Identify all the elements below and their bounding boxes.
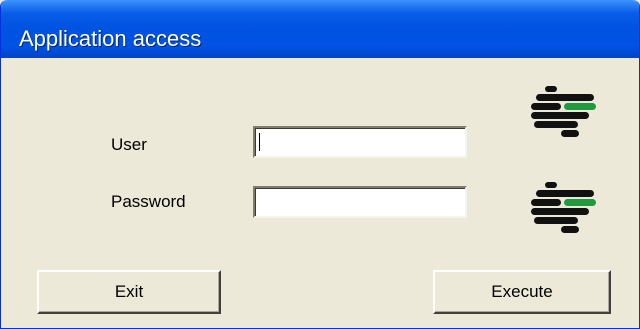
title-bar[interactable]: Application access bbox=[1, 0, 639, 58]
password-input[interactable] bbox=[253, 186, 467, 218]
app-logo-icon bbox=[531, 86, 596, 137]
execute-button[interactable]: Execute bbox=[433, 270, 611, 314]
user-label: User bbox=[111, 135, 147, 154]
window-title: Application access bbox=[19, 26, 202, 51]
exit-button-label: Exit bbox=[114, 282, 144, 301]
execute-button-label: Execute bbox=[491, 282, 553, 301]
exit-button[interactable]: Exit bbox=[37, 270, 221, 314]
login-dialog: Application access User Password Exit Ex… bbox=[0, 0, 640, 329]
app-logo-icon bbox=[531, 182, 596, 233]
user-input[interactable] bbox=[253, 126, 467, 158]
text-caret bbox=[259, 133, 260, 151]
password-label: Password bbox=[111, 192, 186, 211]
